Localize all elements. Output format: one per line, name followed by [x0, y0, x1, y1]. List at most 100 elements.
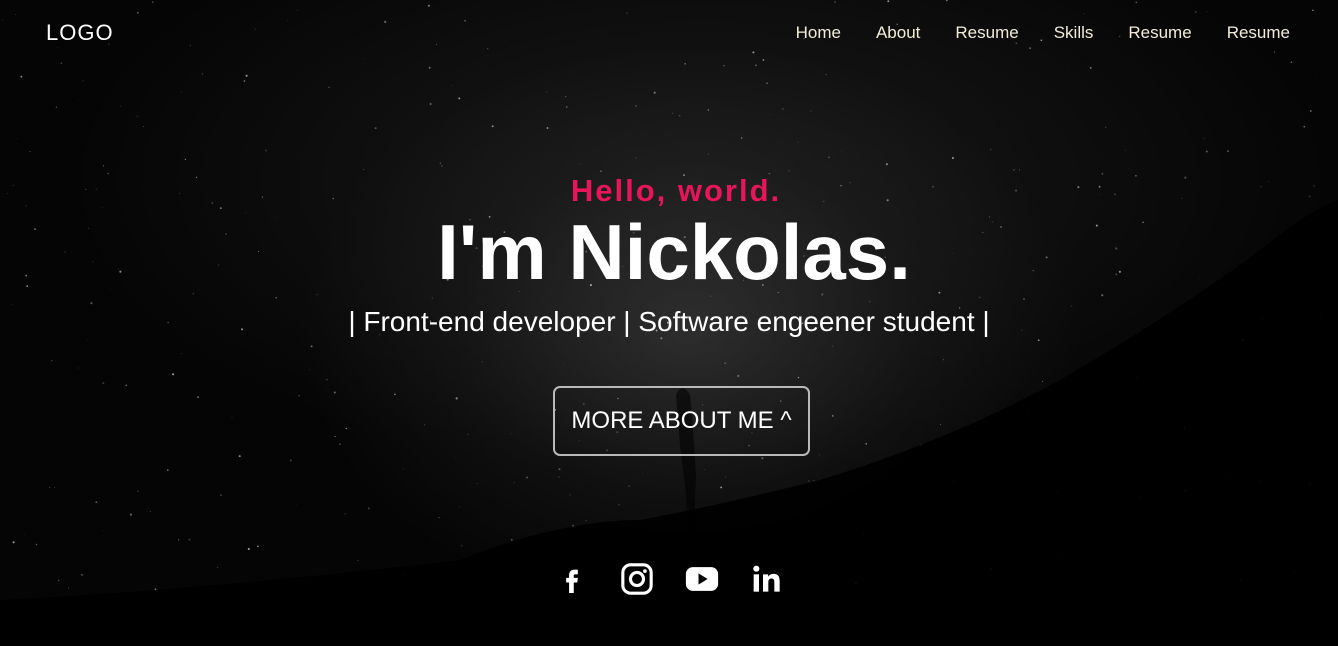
star — [55, 106, 58, 108]
star — [441, 165, 443, 167]
star — [1057, 553, 1060, 556]
star — [181, 353, 183, 354]
star — [1213, 502, 1216, 504]
star — [1066, 489, 1068, 491]
star — [579, 163, 581, 165]
star — [999, 511, 1000, 512]
star — [1097, 382, 1098, 384]
star — [769, 113, 771, 115]
star — [423, 424, 426, 426]
hero-greeting: Hello, world. — [570, 173, 782, 208]
star — [1310, 110, 1312, 112]
star — [797, 141, 799, 143]
hero-section: Hello, world. I'm Nickolas. | Front-end … — [0, 170, 1338, 340]
star — [742, 530, 744, 532]
star — [525, 476, 529, 479]
star — [245, 74, 248, 77]
star — [1201, 474, 1203, 476]
star — [1259, 480, 1262, 483]
star — [476, 483, 478, 484]
star — [429, 102, 432, 106]
nav-link-resume[interactable]: Resume — [955, 23, 1018, 43]
star — [310, 345, 313, 348]
star — [724, 476, 727, 478]
star — [326, 379, 328, 381]
star — [706, 515, 708, 517]
star — [1027, 409, 1030, 412]
star — [439, 162, 442, 165]
star — [1227, 150, 1230, 153]
star — [54, 487, 56, 488]
facebook-icon[interactable] — [552, 559, 592, 599]
star — [797, 376, 800, 379]
star — [1255, 142, 1256, 144]
star — [1139, 495, 1142, 498]
star — [238, 455, 241, 458]
star — [635, 105, 637, 107]
star — [48, 486, 51, 489]
nav-link-home[interactable]: Home — [796, 23, 841, 43]
more-about-me-button[interactable]: MORE ABOUT ME ^ — [553, 386, 810, 456]
star — [1327, 451, 1329, 453]
star — [1303, 125, 1306, 128]
star — [942, 359, 944, 361]
star — [233, 132, 234, 134]
star — [178, 539, 180, 541]
star — [82, 80, 84, 82]
social-links — [0, 559, 1338, 599]
star — [1226, 478, 1228, 481]
youtube-icon[interactable] — [682, 559, 722, 599]
star — [51, 360, 53, 362]
star — [786, 514, 787, 516]
page: LOGO Home About Resume Skills Resume Res… — [0, 0, 1338, 646]
star — [339, 443, 341, 445]
star — [231, 416, 233, 418]
nav-link-resume-2[interactable]: Resume — [1128, 23, 1191, 43]
star — [707, 109, 710, 111]
star — [428, 66, 431, 69]
star — [572, 525, 574, 527]
instagram-icon[interactable] — [617, 559, 657, 599]
nav-links: Home About Resume Skills Resume Resume — [761, 23, 1290, 43]
star — [1105, 126, 1107, 128]
star — [720, 486, 723, 489]
star — [102, 165, 104, 167]
star — [481, 361, 484, 363]
logo[interactable]: LOGO — [46, 20, 114, 46]
star — [854, 433, 855, 434]
star — [1313, 115, 1315, 117]
star — [467, 433, 469, 436]
star — [345, 427, 347, 430]
star — [653, 91, 656, 94]
star — [865, 443, 867, 445]
hero-subtitle: | Front-end developer | Software engeene… — [348, 306, 990, 337]
star — [1203, 138, 1205, 139]
linkedin-icon[interactable] — [747, 559, 787, 599]
star — [1139, 400, 1142, 402]
star — [184, 158, 187, 161]
star — [309, 369, 311, 370]
nav-link-skills[interactable]: Skills — [1054, 23, 1094, 43]
star — [129, 513, 132, 516]
star — [458, 506, 460, 508]
star — [920, 444, 922, 447]
star — [328, 86, 330, 89]
nav-link-about[interactable]: About — [876, 23, 920, 43]
star — [1042, 381, 1044, 383]
star — [991, 542, 993, 543]
star — [724, 362, 726, 364]
nav-link-resume-3[interactable]: Resume — [1227, 23, 1290, 43]
star — [510, 538, 513, 541]
star — [974, 488, 976, 490]
star — [16, 138, 18, 140]
star — [1184, 489, 1187, 492]
star — [642, 472, 643, 474]
star — [1008, 422, 1011, 425]
star — [569, 494, 571, 496]
star — [1183, 427, 1186, 430]
star — [546, 127, 549, 129]
star — [617, 503, 621, 506]
star — [723, 507, 724, 509]
star — [491, 125, 494, 128]
star — [1308, 482, 1311, 485]
